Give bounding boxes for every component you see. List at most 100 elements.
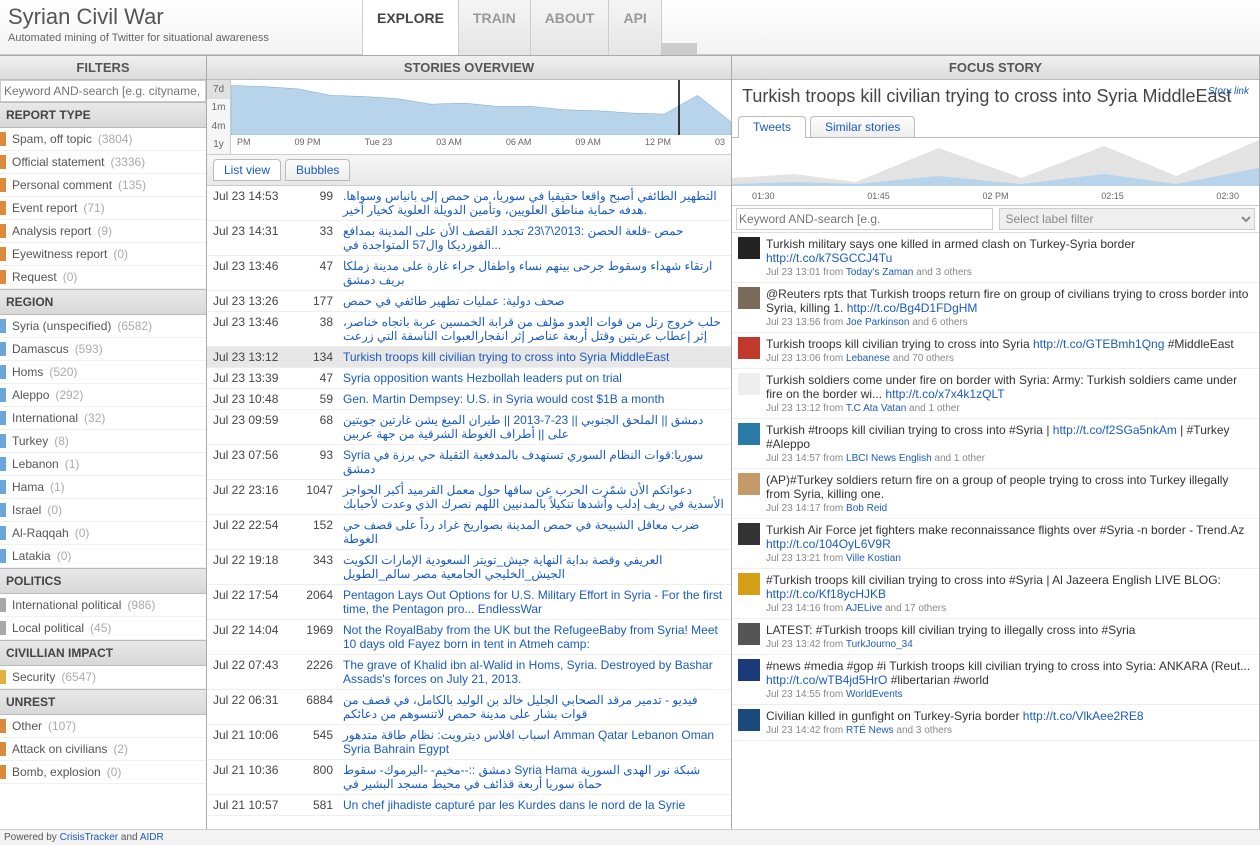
tweet-source[interactable]: Bob Reid bbox=[846, 503, 887, 514]
tweet-source[interactable]: Ville Kostian bbox=[846, 553, 901, 564]
story-row[interactable]: Jul 22 07:432226The grave of Khalid ibn … bbox=[207, 655, 731, 690]
filter-item[interactable]: Attack on civilians(2) bbox=[0, 738, 206, 761]
filter-item[interactable]: Local political(45) bbox=[0, 617, 206, 640]
filter-item[interactable]: Turkey(8) bbox=[0, 430, 206, 453]
tweet-row[interactable]: @Reuters rpts that Turkish troops return… bbox=[732, 283, 1259, 333]
story-row[interactable]: Jul 23 13:26177صحف دولية: عمليات تطهير ط… bbox=[207, 291, 731, 312]
story-row[interactable]: Jul 22 22:54152ضرب معاقل الشبيحة في حمص … bbox=[207, 515, 731, 550]
timescale-7d[interactable]: 7d bbox=[207, 80, 230, 99]
filter-item[interactable]: Latakia(0) bbox=[0, 545, 206, 568]
story-row[interactable]: Jul 23 09:5968دمشق || الملحق الجنوبي || … bbox=[207, 410, 731, 445]
footer-link-aidr[interactable]: AIDR bbox=[140, 832, 164, 843]
timescale-1m[interactable]: 1m bbox=[207, 99, 230, 118]
filter-item[interactable]: Aleppo(292) bbox=[0, 384, 206, 407]
story-row[interactable]: Jul 21 10:57581Un chef jihadiste capturé… bbox=[207, 795, 731, 816]
focus-tab-tweets[interactable]: Tweets bbox=[738, 116, 806, 138]
filter-count: (6547) bbox=[61, 670, 96, 684]
filter-item[interactable]: Hama(1) bbox=[0, 476, 206, 499]
timescale-4m[interactable]: 4m bbox=[207, 117, 230, 136]
view-tab-bubbles[interactable]: Bubbles bbox=[285, 159, 350, 181]
tweet-row[interactable]: Turkish troops kill civilian trying to c… bbox=[732, 333, 1259, 369]
tweet-source[interactable]: Lebanese bbox=[846, 353, 890, 364]
filter-item[interactable]: Analysis report(9) bbox=[0, 220, 206, 243]
story-row[interactable]: Jul 21 10:36800دمشق ::--مخيم- -اليرموك- … bbox=[207, 760, 731, 795]
filter-item[interactable]: Request(0) bbox=[0, 266, 206, 289]
story-row[interactable]: Jul 23 10:4859Gen. Martin Dempsey: U.S. … bbox=[207, 389, 731, 410]
filter-item[interactable]: Security(6547) bbox=[0, 666, 206, 689]
tweet-source[interactable]: RTÉ News bbox=[846, 725, 894, 736]
tweet-source[interactable]: LBCI News English bbox=[846, 453, 932, 464]
tweet-row[interactable]: #Turkish troops kill civilian trying to … bbox=[732, 569, 1259, 619]
tweet-row[interactable]: Turkish #troops kill civilian trying to … bbox=[732, 419, 1259, 469]
story-row[interactable]: Jul 22 17:542064Pentagon Lays Out Option… bbox=[207, 585, 731, 620]
filter-item[interactable]: Official statement(3336) bbox=[0, 151, 206, 174]
tweet-row[interactable]: Turkish Air Force jet fighters make reco… bbox=[732, 519, 1259, 569]
tweet-row[interactable]: (AP)#Turkey soldiers return fire on a gr… bbox=[732, 469, 1259, 519]
tweet-link[interactable]: http://t.co/GTEBmh1Qng bbox=[1033, 337, 1164, 351]
tweet-row[interactable]: Turkish military says one killed in arme… bbox=[732, 233, 1259, 283]
story-row[interactable]: Jul 23 07:5693Syria سوريا:قوات النظام ال… bbox=[207, 445, 731, 480]
filter-item[interactable]: Damascus(593) bbox=[0, 338, 206, 361]
tweet-source[interactable]: WorldEvents bbox=[846, 689, 903, 700]
filter-item[interactable]: Lebanon(1) bbox=[0, 453, 206, 476]
tweet-link[interactable]: http://t.co/Bg4D1FDgHM bbox=[847, 301, 978, 315]
stories-timeline-chart[interactable] bbox=[231, 80, 731, 135]
story-row[interactable]: Jul 22 06:316884فيديو - تدمير مرقد الصحا… bbox=[207, 690, 731, 725]
tweet-link[interactable]: http://t.co/f2SGa5nkAm bbox=[1053, 423, 1177, 437]
view-tab-list-view[interactable]: List view bbox=[213, 159, 281, 181]
filter-item[interactable]: Personal comment(135) bbox=[0, 174, 206, 197]
tweet-source[interactable]: AJELive bbox=[846, 603, 883, 614]
story-title: العريفي وقصة بداية النهاية جيش_تويتر الس… bbox=[343, 553, 725, 581]
filter-item[interactable]: Event report(71) bbox=[0, 197, 206, 220]
filter-count: (593) bbox=[75, 342, 103, 356]
tweet-source[interactable]: Joe Parkinson bbox=[846, 317, 909, 328]
main-tab-api[interactable]: API bbox=[608, 0, 661, 55]
focus-activity-chart[interactable] bbox=[732, 138, 1259, 186]
story-link[interactable]: Story link bbox=[1208, 86, 1249, 98]
tweet-row[interactable]: LATEST: #Turkish troops kill civilian tr… bbox=[732, 619, 1259, 655]
filter-item[interactable]: Spam, off topic(3804) bbox=[0, 128, 206, 151]
timescale-1y[interactable]: 1y bbox=[207, 136, 230, 155]
filter-item[interactable]: Eyewitness report(0) bbox=[0, 243, 206, 266]
footer-link-crisistracker[interactable]: CrisisTracker bbox=[60, 832, 119, 843]
story-row[interactable]: Jul 23 13:3947Syria opposition wants Hez… bbox=[207, 368, 731, 389]
story-row[interactable]: Jul 23 14:3133حمص -قلعة الحصن :2013\7\23… bbox=[207, 221, 731, 256]
tab-handle[interactable] bbox=[661, 43, 697, 55]
tweet-link[interactable]: http://t.co/k7SGCCJ4Tu bbox=[766, 251, 892, 265]
story-row[interactable]: Jul 22 19:18343العريفي وقصة بداية النهاي… bbox=[207, 550, 731, 585]
tweet-row[interactable]: #news #media #gop #i Turkish troops kill… bbox=[732, 655, 1259, 705]
story-row[interactable]: Jul 22 23:161047دعواتكم الأن شمّرت الحرب… bbox=[207, 480, 731, 515]
tweet-row[interactable]: Civilian killed in gunfight on Turkey-Sy… bbox=[732, 705, 1259, 741]
tweet-link[interactable]: http://t.co/104OyL6V9R bbox=[766, 537, 891, 551]
filter-item[interactable]: Israel(0) bbox=[0, 499, 206, 522]
tweet-link[interactable]: http://t.co/VlkAee2RE8 bbox=[1023, 709, 1144, 723]
focus-keyword-input[interactable] bbox=[736, 208, 993, 230]
story-row[interactable]: Jul 22 14:041969Not the RoyalBaby from t… bbox=[207, 620, 731, 655]
main-tab-explore[interactable]: EXPLORE bbox=[362, 0, 459, 55]
tweet-link[interactable]: http://t.co/Kf18ycHJKB bbox=[766, 587, 886, 601]
filter-search-input[interactable] bbox=[0, 80, 206, 102]
main-tab-train[interactable]: TRAIN bbox=[458, 0, 531, 55]
filter-item[interactable]: Al-Raqqah(0) bbox=[0, 522, 206, 545]
tweet-link[interactable]: http://t.co/x7x4k1zQLT bbox=[885, 387, 1004, 401]
tweet-text: Turkish #troops kill civilian trying to … bbox=[766, 423, 1253, 451]
tweet-source[interactable]: T.C Ata Vatan bbox=[846, 403, 906, 414]
main-tab-about[interactable]: ABOUT bbox=[530, 0, 610, 55]
tweet-link[interactable]: http://t.co/wTB4jd5HrO bbox=[766, 673, 887, 687]
focus-label-select[interactable]: Select label filter bbox=[999, 208, 1256, 230]
focus-tab-similar-stories[interactable]: Similar stories bbox=[810, 116, 915, 138]
tweet-source[interactable]: Today's Zaman bbox=[846, 267, 914, 278]
tweet-row[interactable]: Turkish soldiers come under fire on bord… bbox=[732, 369, 1259, 419]
filter-item[interactable]: International political(986) bbox=[0, 594, 206, 617]
story-row[interactable]: Jul 21 10:06545اسباب افلاس ديترويت: نظام… bbox=[207, 725, 731, 760]
story-row[interactable]: Jul 23 13:4647ارتقاء شهداء وسقوط جرحى بي… bbox=[207, 256, 731, 291]
story-row[interactable]: Jul 23 13:12134Turkish troops kill civil… bbox=[207, 347, 731, 368]
story-row[interactable]: Jul 23 13:4638حلب خروج رتل من قوات العدو… bbox=[207, 312, 731, 347]
tweet-source[interactable]: TurkJourno_34 bbox=[846, 639, 913, 650]
filter-item[interactable]: International(32) bbox=[0, 407, 206, 430]
story-row[interactable]: Jul 23 14:5399التطهير الطائفي أصبح واقعا… bbox=[207, 186, 731, 221]
filter-item[interactable]: Bomb, explosion(0) bbox=[0, 761, 206, 784]
filter-item[interactable]: Homs(520) bbox=[0, 361, 206, 384]
filter-item[interactable]: Syria (unspecified)(6582) bbox=[0, 315, 206, 338]
filter-item[interactable]: Other(107) bbox=[0, 715, 206, 738]
